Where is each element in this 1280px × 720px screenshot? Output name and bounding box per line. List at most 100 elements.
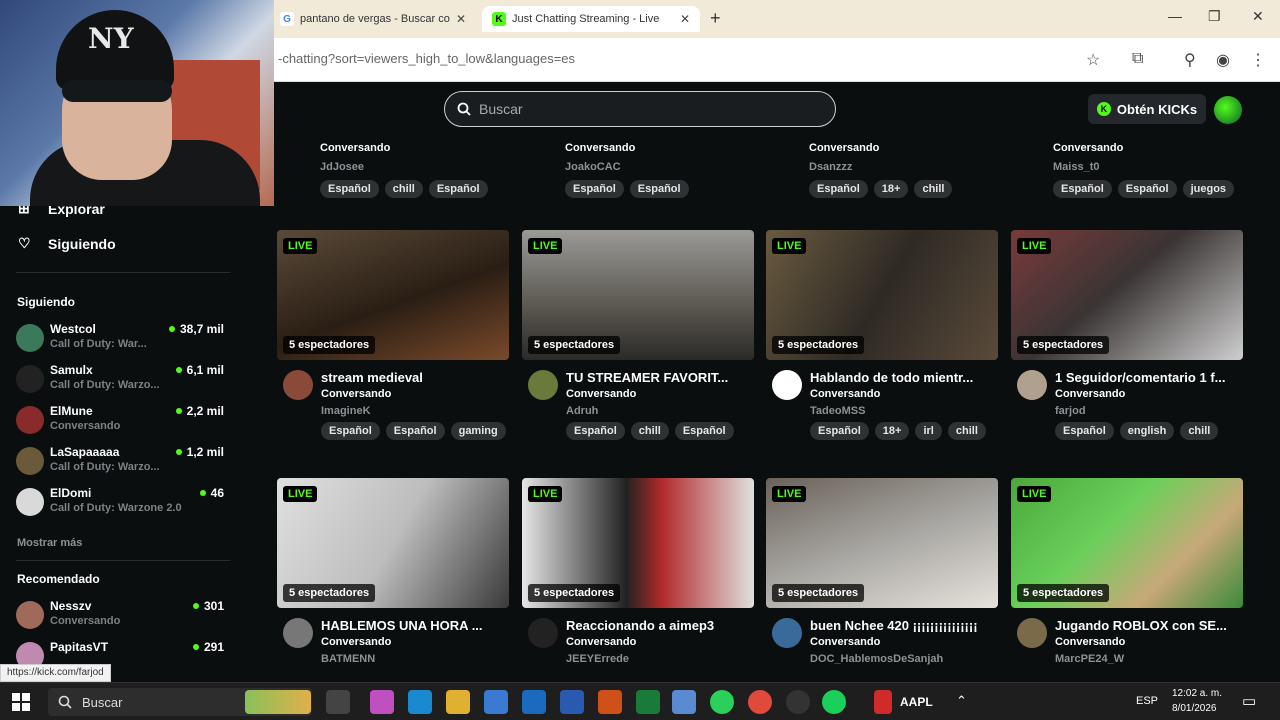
user-avatar[interactable] (1214, 96, 1242, 124)
stream-category[interactable]: Conversando (1055, 636, 1125, 648)
tag[interactable]: Español (320, 180, 379, 198)
close-window-icon[interactable]: ✕ (1252, 8, 1264, 25)
file-explorer-icon[interactable] (446, 690, 470, 714)
app-icon[interactable] (672, 690, 696, 714)
tag[interactable]: Español (321, 422, 380, 440)
stream-title[interactable]: 1 Seguidor/comentario 1 f... (1055, 370, 1241, 385)
tag[interactable]: 18+ (874, 422, 910, 440)
profile-icon[interactable]: ◉ (1216, 50, 1230, 70)
tag[interactable]: chill (947, 422, 986, 440)
stream-category[interactable]: Conversando (810, 388, 880, 400)
search-box[interactable] (444, 91, 836, 127)
close-tab-icon[interactable]: ✕ (680, 12, 690, 26)
stream-title[interactable]: TU STREAMER FAVORIT... (566, 370, 752, 385)
stream-thumbnail[interactable]: LIVE 5 espectadores (522, 478, 754, 608)
task-view-icon[interactable] (326, 690, 350, 714)
stream-card-partial[interactable]: Conversando JoakoCAC Español Español (515, 138, 747, 208)
menu-icon[interactable]: ⋮ (1250, 50, 1266, 70)
edge-icon[interactable] (408, 690, 432, 714)
outlook-icon[interactable] (522, 690, 546, 714)
get-kicks-button[interactable]: K Obtén KICKs (1088, 94, 1206, 124)
powerpoint-icon[interactable] (598, 690, 622, 714)
browser-tab-kick[interactable]: K Just Chatting Streaming - Live ✕ (482, 6, 700, 32)
tag[interactable]: Español (1053, 180, 1112, 198)
channel-avatar[interactable] (528, 370, 558, 400)
stream-thumbnail[interactable]: LIVE 5 espectadores (1011, 230, 1243, 360)
word-icon[interactable] (560, 690, 584, 714)
streamer-name[interactable]: ImagineK (321, 405, 371, 417)
restore-icon[interactable]: ❐ (1208, 8, 1221, 25)
show-more-link[interactable]: Mostrar más (17, 537, 82, 549)
streamer-name[interactable]: MarcPE24_W (1055, 653, 1124, 665)
tag[interactable]: chill (1180, 422, 1219, 440)
tag[interactable]: Español (809, 180, 868, 198)
stream-title[interactable]: Reaccionando a aimep3 (566, 618, 752, 633)
extension-icon[interactable]: ⚲ (1184, 50, 1196, 70)
channel-avatar[interactable] (772, 370, 802, 400)
stream-card-partial[interactable]: Conversando JdJosee Español chill Españo… (270, 138, 502, 208)
stream-card-partial[interactable]: Conversando Dsanzzz Español 18+ chill (759, 138, 991, 208)
tag[interactable]: Español (428, 180, 488, 198)
tag[interactable]: Español (1117, 180, 1177, 198)
nav-following[interactable]: ♡ Siguiendo (18, 235, 116, 252)
clock-date[interactable]: 8/01/2026 (1172, 703, 1217, 714)
channel-avatar[interactable] (1017, 618, 1047, 648)
language-indicator[interactable]: ESP (1136, 695, 1158, 707)
streamer-name[interactable]: Adruh (566, 405, 598, 417)
browser-tab-search[interactable]: G pantano de vergas - Buscar con ✕ (270, 6, 476, 32)
windows-start-icon[interactable] (12, 693, 30, 711)
tag[interactable]: Español (629, 180, 689, 198)
stream-thumbnail[interactable]: LIVE 5 espectadores (277, 478, 509, 608)
tag[interactable]: chill (384, 180, 423, 198)
tag[interactable]: juegos (1182, 180, 1235, 198)
search-input[interactable] (479, 101, 799, 117)
whatsapp-icon[interactable] (710, 690, 734, 714)
stream-thumbnail[interactable]: LIVE 5 espectadores (766, 230, 998, 360)
stream-title[interactable]: stream medieval (321, 370, 507, 385)
channel-avatar[interactable] (528, 618, 558, 648)
tag[interactable]: Español (566, 422, 625, 440)
stream-title[interactable]: buen Nchee 420 ¡¡¡¡¡¡¡¡¡¡¡¡¡¡¡ (810, 618, 996, 633)
tag[interactable]: Español (565, 180, 624, 198)
stream-thumbnail[interactable]: LIVE 5 espectadores (1011, 478, 1243, 608)
url-text[interactable]: -chatting?sort=viewers_high_to_low&langu… (278, 51, 575, 66)
stream-thumbnail[interactable]: LIVE 5 espectadores (766, 478, 998, 608)
stream-category[interactable]: Conversando (1055, 388, 1125, 400)
stream-category[interactable]: Conversando (321, 636, 391, 648)
tag[interactable]: Español (385, 422, 445, 440)
tag[interactable]: irl (915, 422, 942, 440)
excel-icon[interactable] (636, 690, 660, 714)
spotify-icon[interactable] (822, 690, 846, 714)
sidebar-channel[interactable]: LaSapaaaaa Call of Duty: Warzo... 1,2 mi… (16, 445, 226, 481)
tag[interactable]: Español (1055, 422, 1114, 440)
channel-avatar[interactable] (1017, 370, 1047, 400)
sidebar-channel[interactable]: Westcol Call of Duty: War... 38,7 mil (16, 322, 226, 358)
new-tab-icon[interactable]: + (710, 8, 721, 29)
stream-thumbnail[interactable]: LIVE 5 espectadores (522, 230, 754, 360)
sidebar-channel[interactable]: ElMune Conversando 2,2 mil (16, 404, 226, 440)
sidebar-channel[interactable]: Nesszv Conversando 301 (16, 599, 226, 635)
stream-thumbnail[interactable]: LIVE 5 espectadores (277, 230, 509, 360)
stream-category[interactable]: Conversando (566, 636, 636, 648)
tray-chevron-icon[interactable]: ⌃ (956, 693, 967, 709)
channel-avatar[interactable] (283, 370, 313, 400)
tag[interactable]: Español (810, 422, 869, 440)
streamer-name[interactable]: BATMENN (321, 653, 375, 665)
tag[interactable]: chill (630, 422, 669, 440)
tag[interactable]: 18+ (873, 180, 909, 198)
stream-category[interactable]: Conversando (321, 388, 391, 400)
tag[interactable]: chill (914, 180, 953, 198)
stream-category[interactable]: Conversando (810, 636, 880, 648)
tag[interactable]: Español (674, 422, 734, 440)
stream-title[interactable]: Jugando ROBLOX con SE... (1055, 618, 1241, 633)
widget-icon[interactable] (245, 690, 311, 714)
channel-avatar[interactable] (772, 618, 802, 648)
minimize-icon[interactable]: — (1168, 8, 1182, 24)
streamer-name[interactable]: DOC_HablemosDeSanjah (810, 653, 943, 665)
stream-title[interactable]: Hablando de todo mientr... (810, 370, 996, 385)
tag[interactable]: gaming (450, 422, 506, 440)
streamer-name[interactable]: TadeoMSS (810, 405, 865, 417)
tag[interactable]: english (1119, 422, 1175, 440)
close-tab-icon[interactable]: ✕ (456, 12, 466, 26)
stock-ticker[interactable]: AAPL (900, 695, 933, 709)
